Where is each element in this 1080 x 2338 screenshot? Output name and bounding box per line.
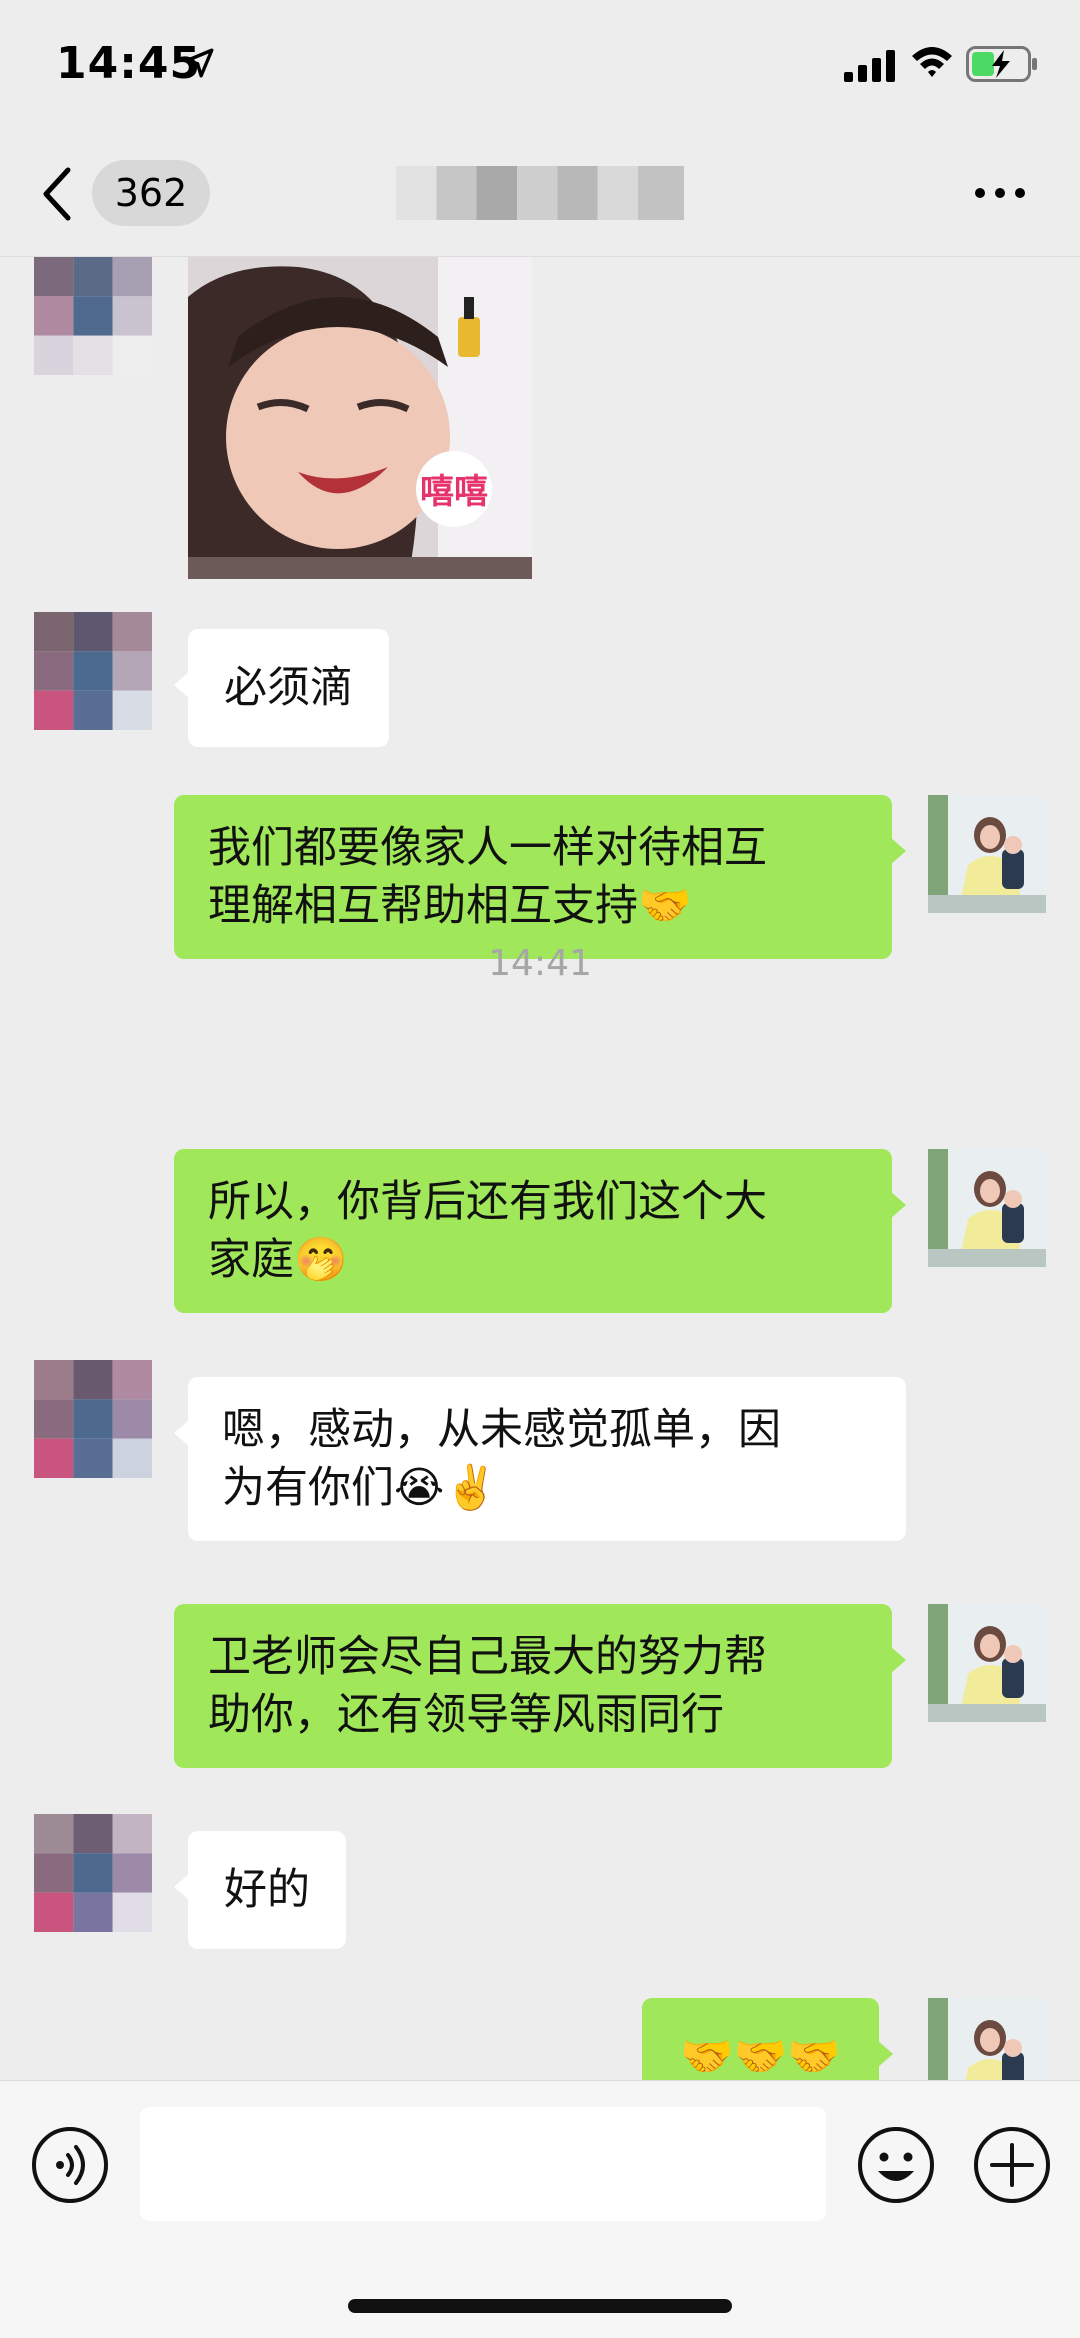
- location-arrow-icon: [184, 48, 214, 78]
- avatar-mosaic: [34, 1360, 152, 1478]
- message-bubble-received[interactable]: 嗯，感动，从未感觉孤单，因 为有你们😭✌️: [174, 1377, 906, 1541]
- message-bubble-sent[interactable]: 🤝🤝🤝: [642, 1998, 893, 2080]
- avatar-mosaic: [34, 257, 152, 375]
- chevron-left-icon[interactable]: [40, 166, 74, 222]
- unread-count-badge[interactable]: 362: [92, 160, 210, 226]
- status-time: 14:45: [56, 38, 202, 89]
- message-bubble-received[interactable]: 好的: [174, 1831, 346, 1949]
- sticker-image[interactable]: 嘻嘻: [188, 257, 532, 579]
- message-input[interactable]: [140, 2107, 826, 2221]
- avatar-photo: [928, 1149, 1046, 1267]
- contact-avatar[interactable]: [34, 1360, 152, 1478]
- avatar-mosaic: [34, 1814, 152, 1932]
- my-avatar[interactable]: [928, 1149, 1046, 1267]
- cellular-signal-icon: [844, 50, 895, 82]
- wifi-icon: [912, 47, 952, 77]
- nav-bar: 362: [0, 130, 1080, 257]
- more-dots-icon[interactable]: [972, 182, 1028, 204]
- status-bar: 14:45: [0, 0, 1080, 130]
- message-bubble-sent[interactable]: 我们都要像家人一样对待相互 理解相互帮助相互支持🤝: [174, 795, 906, 959]
- my-avatar[interactable]: [928, 795, 1046, 913]
- message-list[interactable]: 嘻嘻 必须滴 我们都要像家人一样对待相互 理解相互帮助相互支持🤝 14:41 所…: [0, 257, 1080, 2080]
- my-avatar[interactable]: [928, 1604, 1046, 1722]
- contact-avatar[interactable]: [34, 257, 152, 375]
- plus-icon[interactable]: [972, 2125, 1052, 2205]
- home-indicator: [348, 2299, 732, 2313]
- avatar-photo: [928, 795, 1046, 913]
- message-bubble-sent[interactable]: 所以，你背后还有我们这个大 家庭🤭: [174, 1149, 906, 1313]
- input-bar: [0, 2080, 1080, 2338]
- chat-screen: 14:45 362 嘻嘻 必须滴 我们都要像家人一样对待相互 理解相互帮助相互支…: [0, 0, 1080, 2338]
- avatar-mosaic: [34, 612, 152, 730]
- contact-avatar[interactable]: [34, 612, 152, 730]
- battery-charging-icon: [966, 46, 1037, 82]
- my-avatar[interactable]: [928, 1998, 1046, 2080]
- message-bubble-received[interactable]: 必须滴: [174, 629, 389, 747]
- message-timestamp: 14:41: [488, 943, 592, 984]
- emoji-icon[interactable]: [856, 2125, 936, 2205]
- sticker-caption: 嘻嘻: [420, 472, 488, 512]
- voice-input-icon[interactable]: [30, 2125, 110, 2205]
- avatar-photo: [928, 1998, 1046, 2080]
- avatar-photo: [928, 1604, 1046, 1722]
- contact-avatar[interactable]: [34, 1814, 152, 1932]
- message-bubble-sent[interactable]: 卫老师会尽自己最大的努力帮 助你，还有领导等风雨同行: [174, 1604, 906, 1768]
- chat-title-pixelated: [396, 166, 684, 220]
